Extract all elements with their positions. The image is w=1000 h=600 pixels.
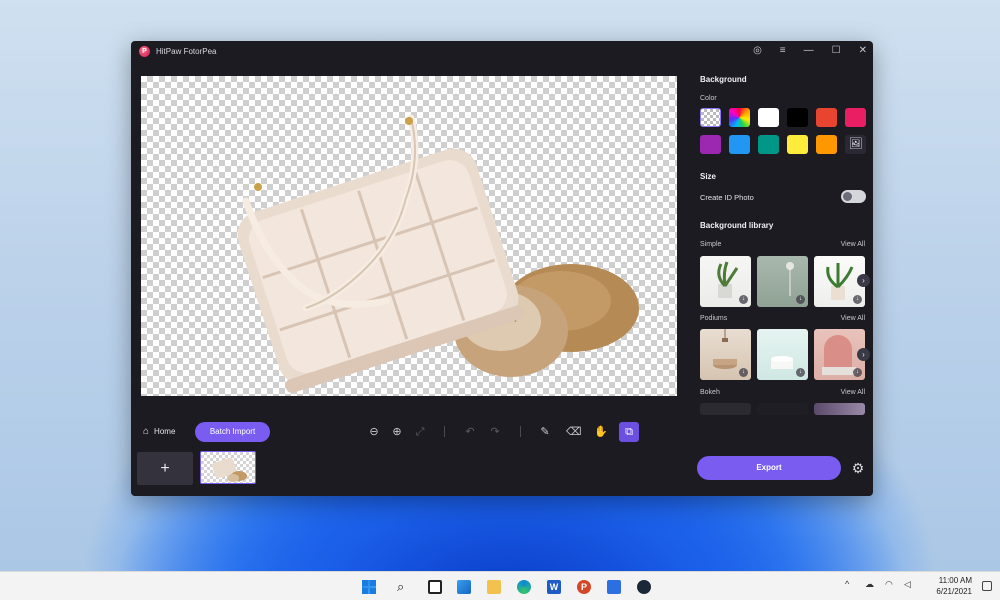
title-bar: P HitPaw FotorPea ◎ ≡ — ☐ ✕ (131, 41, 873, 61)
swatch-orange[interactable] (816, 135, 837, 154)
add-image-button[interactable]: + (137, 452, 193, 485)
hand-icon[interactable]: ✋ (594, 425, 608, 439)
steam-icon[interactable] (637, 580, 651, 594)
podiums-thumb-1[interactable]: ↓ (700, 329, 751, 380)
wifi-icon[interactable]: ◠ (885, 579, 893, 590)
task-view-icon[interactable] (428, 580, 442, 594)
download-icon: ↓ (853, 368, 862, 377)
clock-date: 6/21/2021 (936, 587, 972, 596)
image-thumbnail[interactable] (200, 451, 256, 484)
podiums-thumb-2[interactable]: ↓ (757, 329, 808, 380)
download-icon: ↓ (739, 368, 748, 377)
menu-icon[interactable]: ≡ (780, 41, 786, 61)
background-panel: Background Color 🖼 Size Create ID Photo … (691, 63, 873, 433)
swatch-yellow[interactable] (787, 135, 808, 154)
brush-icon[interactable]: ✎ (538, 425, 552, 439)
edge-icon[interactable] (517, 580, 531, 594)
widgets-icon[interactable] (457, 580, 471, 594)
export-button[interactable]: Export (697, 456, 841, 480)
create-id-photo-label: Create ID Photo (700, 193, 754, 202)
editor-canvas[interactable] (141, 76, 677, 396)
clock-time: 11:00 AM (938, 576, 972, 585)
swatch-black[interactable] (787, 108, 808, 127)
account-icon[interactable]: ◎ (753, 41, 762, 61)
category-simple-label: Simple (700, 241, 722, 248)
custom-image-icon[interactable]: 🖼 (845, 135, 866, 154)
download-icon: ↓ (796, 368, 805, 377)
word-icon[interactable]: W (547, 580, 561, 594)
bokeh-thumb-2[interactable] (757, 403, 808, 415)
powerpoint-icon[interactable]: P (577, 580, 591, 594)
eraser-icon[interactable]: ⌫ (566, 425, 582, 439)
fit-screen-icon[interactable]: ⤢ (413, 425, 427, 439)
settings-gear-icon[interactable]: ⚙ (850, 460, 866, 476)
size-heading: Size (700, 172, 717, 181)
swatch-pink[interactable] (845, 108, 866, 127)
swatch-white[interactable] (758, 108, 779, 127)
bokeh-thumb-1[interactable] (700, 403, 751, 415)
simple-next-arrow[interactable]: › (857, 274, 870, 287)
product-image (237, 114, 639, 393)
swatch-teal[interactable] (758, 135, 779, 154)
app-title: HitPaw FotorPea (156, 46, 217, 56)
background-heading: Background (700, 75, 747, 84)
download-icon: ↓ (796, 295, 805, 304)
toolbar-divider (520, 426, 521, 437)
taskbar: ⌕ W P ^ ☁ ◠ ◁ 11:00 AM 6/21/2021 (0, 571, 1000, 600)
notification-icon[interactable] (982, 581, 992, 591)
swatch-red[interactable] (816, 108, 837, 127)
simple-view-all-link[interactable]: View All (841, 241, 865, 248)
close-button[interactable]: ✕ (859, 41, 867, 61)
swatch-purple[interactable] (700, 135, 721, 154)
volume-icon[interactable]: ◁ (904, 579, 911, 590)
home-label: Home (154, 427, 176, 436)
minimize-button[interactable]: — (804, 41, 814, 61)
tray-overflow-icon[interactable]: ^ (845, 579, 849, 589)
search-icon[interactable]: ⌕ (397, 580, 411, 594)
zoom-in-icon[interactable]: ⊕ (390, 425, 404, 439)
create-id-photo-toggle[interactable] (841, 190, 866, 203)
onedrive-icon[interactable]: ☁ (865, 579, 874, 590)
swatch-blue[interactable] (729, 135, 750, 154)
app-logo-icon: P (139, 45, 150, 57)
download-icon: ↓ (739, 295, 748, 304)
simple-thumb-1[interactable]: ↓ (700, 256, 751, 307)
maximize-button[interactable]: ☐ (832, 41, 841, 61)
podiums-next-arrow[interactable]: › (857, 348, 870, 361)
redo-icon[interactable]: ↷ (488, 425, 502, 439)
simple-thumb-2[interactable]: ↓ (757, 256, 808, 307)
bokeh-view-all-link[interactable]: View All (841, 389, 865, 396)
app-window: P HitPaw FotorPea ◎ ≡ — ☐ ✕ Background C… (131, 41, 873, 496)
zoom-out-icon[interactable]: ⊖ (367, 425, 381, 439)
file-explorer-icon[interactable] (487, 580, 501, 594)
category-podiums-label: Podiums (700, 315, 728, 322)
background-library-heading: Background library (700, 221, 774, 230)
home-button[interactable]: ⌂ Home (143, 426, 175, 437)
home-icon: ⌂ (143, 426, 150, 437)
window-controls: ◎ ≡ — ☐ ✕ (753, 41, 867, 61)
taskbar-clock[interactable]: 11:00 AM 6/21/2021 (936, 575, 972, 597)
toolbar-divider (444, 426, 445, 437)
color-label: Color (700, 95, 717, 102)
start-icon[interactable] (362, 580, 376, 594)
store-icon[interactable] (607, 580, 621, 594)
bokeh-thumb-3[interactable] (814, 403, 865, 415)
category-bokeh-label: Bokeh (700, 389, 720, 396)
download-icon: ↓ (853, 295, 862, 304)
podiums-view-all-link[interactable]: View All (841, 315, 865, 322)
batch-import-button[interactable]: Batch Import (195, 422, 270, 442)
compare-icon[interactable]: ⧉ (619, 422, 639, 442)
swatch-rainbow[interactable] (729, 108, 750, 127)
swatch-transparent[interactable] (700, 108, 721, 127)
undo-icon[interactable]: ↶ (463, 425, 477, 439)
